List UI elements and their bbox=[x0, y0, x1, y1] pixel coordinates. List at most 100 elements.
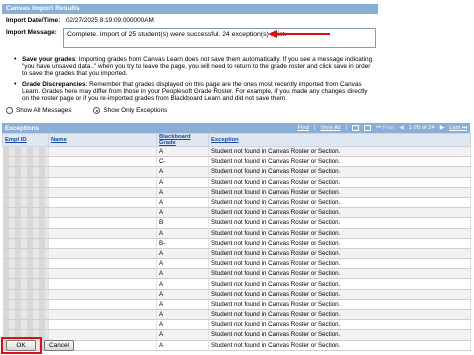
grade-cell: A bbox=[156, 278, 209, 290]
table-row: A Student not found in Canvas Roster or S… bbox=[2, 299, 471, 311]
grade-cell: A bbox=[156, 177, 209, 188]
exception-cell: Student not found in Canvas Roster or Se… bbox=[208, 217, 471, 229]
first-link: ⏮ First bbox=[376, 124, 395, 131]
exception-cell: Student not found in Canvas Roster or Se… bbox=[208, 319, 471, 331]
grade-cell: A bbox=[156, 197, 209, 209]
previous-arrow-icon: ◀ bbox=[399, 125, 404, 131]
empl-id-cell-redacted bbox=[2, 228, 49, 239]
empl-id-cell-redacted bbox=[2, 217, 49, 229]
table-row: A Student not found in Canvas Roster or S… bbox=[2, 187, 471, 198]
grade-cell: A bbox=[156, 309, 209, 321]
import-date-value: 02/27/2025 8:19:09.000000AM bbox=[66, 17, 154, 24]
name-cell bbox=[48, 177, 157, 188]
exception-cell: Student not found in Canvas Roster or Se… bbox=[208, 238, 471, 249]
table-row: A Student not found in Canvas Roster or S… bbox=[2, 177, 471, 188]
radio-show-all-label: Show All Messages bbox=[16, 107, 72, 114]
note-save-grades: • Save your grades: Importing grades fro… bbox=[14, 56, 374, 78]
cancel-button[interactable]: Cancel bbox=[44, 340, 74, 351]
find-link[interactable]: Find bbox=[298, 125, 309, 131]
exception-cell: Student not found in Canvas Roster or Se… bbox=[208, 258, 471, 270]
name-cell bbox=[48, 207, 157, 219]
table-header-row: Empl ID Name Blackboard Grade Exception bbox=[2, 133, 471, 147]
name-cell bbox=[48, 309, 157, 321]
table-row: A Student not found in Canvas Roster or S… bbox=[2, 278, 471, 290]
radio-button-selected-icon[interactable] bbox=[93, 107, 101, 114]
table-row: A Student not found in Canvas Roster or S… bbox=[2, 319, 471, 331]
grade-cell: C- bbox=[156, 156, 209, 168]
radio-show-exceptions-label: Show Only Exceptions bbox=[103, 107, 168, 114]
exception-cell: Student not found in Canvas Roster or Se… bbox=[208, 156, 471, 168]
grade-cell: A bbox=[156, 319, 209, 331]
exception-cell: Student not found in Canvas Roster or Se… bbox=[208, 268, 471, 280]
name-cell bbox=[48, 156, 157, 168]
grade-cell: A bbox=[156, 207, 209, 219]
download-icon[interactable] bbox=[364, 125, 372, 131]
ok-button[interactable]: OK bbox=[6, 340, 36, 351]
empl-id-cell-redacted bbox=[2, 156, 49, 168]
import-date-label: Import Date/Time: bbox=[6, 17, 61, 24]
empl-id-cell-redacted bbox=[2, 299, 49, 311]
radio-show-exceptions[interactable]: Show Only Exceptions bbox=[93, 107, 167, 114]
exception-cell: Student not found in Canvas Roster or Se… bbox=[208, 166, 471, 178]
exception-cell: Student not found in Canvas Roster or Se… bbox=[208, 187, 471, 198]
table-row: C- Student not found in Canvas Roster or … bbox=[2, 156, 471, 168]
column-header-grade[interactable]: Blackboard Grade bbox=[156, 133, 209, 147]
name-cell bbox=[48, 319, 157, 331]
empl-id-cell-redacted bbox=[2, 309, 49, 321]
view-all-link[interactable]: View All bbox=[320, 125, 340, 131]
next-arrow-icon[interactable]: ▶ bbox=[440, 125, 444, 131]
import-message-label: Import Message: bbox=[6, 29, 57, 36]
table-row: A Student not found in Canvas Roster or S… bbox=[2, 289, 471, 300]
note-grade-discrepancies: • Grade Discrepancies: Remember that gra… bbox=[14, 81, 374, 103]
exception-cell: Student not found in Canvas Roster or Se… bbox=[208, 289, 471, 300]
grade-cell: A bbox=[156, 166, 209, 178]
grade-cell: A bbox=[156, 248, 209, 260]
table-row: B Student not found in Canvas Roster or S… bbox=[2, 217, 471, 229]
name-cell bbox=[48, 268, 157, 280]
column-header-exception[interactable]: Exception bbox=[208, 133, 471, 147]
name-cell bbox=[48, 299, 157, 311]
grade-cell: A bbox=[156, 228, 209, 239]
empl-id-cell-redacted bbox=[2, 248, 49, 260]
grade-cell: A bbox=[156, 146, 209, 158]
table-row: A Student not found in Canvas Roster or S… bbox=[2, 268, 471, 280]
grid-settings-icon[interactable] bbox=[352, 125, 360, 131]
empl-id-cell-redacted bbox=[2, 319, 49, 331]
name-cell bbox=[48, 258, 157, 270]
grade-cell: B bbox=[156, 217, 209, 229]
name-cell bbox=[48, 146, 157, 158]
name-cell bbox=[48, 289, 157, 300]
exception-cell: Student not found in Canvas Roster or Se… bbox=[208, 248, 471, 260]
empl-id-cell-redacted bbox=[2, 166, 49, 178]
name-cell bbox=[48, 166, 157, 178]
column-header-name[interactable]: Name bbox=[48, 133, 157, 147]
grade-cell: A bbox=[156, 289, 209, 300]
last-link[interactable]: Last ⏭ bbox=[449, 125, 467, 132]
table-row: A Student not found in Canvas Roster or S… bbox=[2, 228, 471, 239]
bullet-icon: • bbox=[14, 56, 17, 63]
note-heading: Save your grades bbox=[22, 56, 76, 63]
grade-cell: B- bbox=[156, 238, 209, 249]
radio-button-icon[interactable] bbox=[6, 107, 13, 114]
bullet-icon: • bbox=[14, 80, 17, 88]
exception-cell: Student not found in Canvas Roster or Se… bbox=[208, 146, 471, 158]
name-cell bbox=[48, 238, 157, 249]
empl-id-cell-redacted bbox=[2, 238, 49, 249]
column-header-empl-id[interactable]: Empl ID bbox=[2, 133, 49, 147]
exception-cell: Student not found in Canvas Roster or Se… bbox=[208, 278, 471, 290]
exception-cell: Student not found in Canvas Roster or Se… bbox=[208, 177, 471, 188]
radio-show-all[interactable]: Show All Messages bbox=[6, 107, 71, 114]
exceptions-table: Empl ID Name Blackboard Grade Exception … bbox=[2, 133, 471, 351]
exception-cell: Student not found in Canvas Roster or Se… bbox=[208, 309, 471, 321]
exception-cell: Student not found in Canvas Roster or Se… bbox=[208, 207, 471, 219]
table-row: A Student not found in Canvas Roster or S… bbox=[2, 248, 471, 260]
button-bar: OK Cancel bbox=[0, 337, 474, 355]
name-cell bbox=[48, 217, 157, 229]
table-row: A Student not found in Canvas Roster or S… bbox=[2, 197, 471, 209]
grid-navigation: Find | View All | ⏮ First ◀ 1-20 of 24 ▶… bbox=[297, 124, 467, 132]
table-row: A Student not found in Canvas Roster or S… bbox=[2, 309, 471, 321]
exceptions-header: Exceptions Find | View All | ⏮ First ◀ 1… bbox=[2, 123, 470, 133]
name-cell bbox=[48, 197, 157, 209]
table-row: A Student not found in Canvas Roster or S… bbox=[2, 207, 471, 219]
note-body: : Importing grades from Canvas Learn doe… bbox=[22, 56, 373, 78]
